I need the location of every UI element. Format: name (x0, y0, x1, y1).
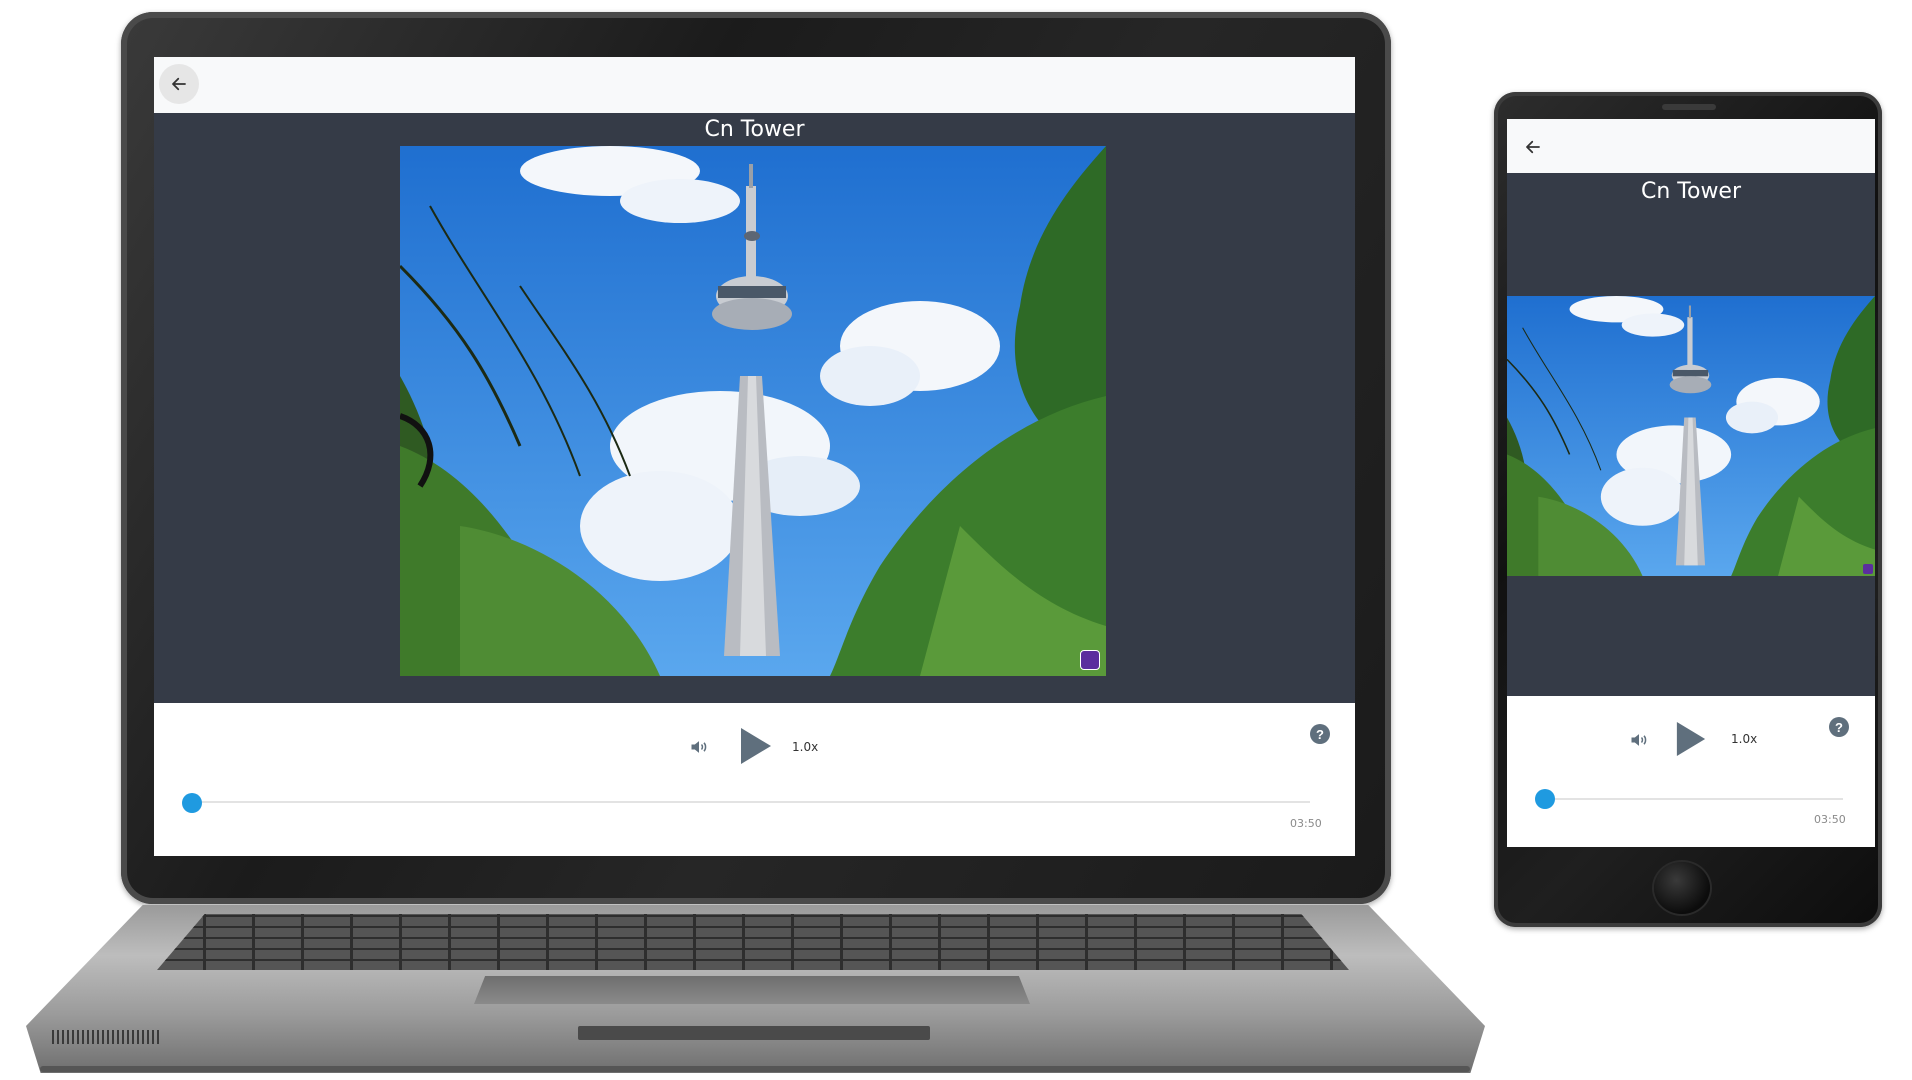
play-icon[interactable] (1675, 720, 1707, 758)
progress-track[interactable] (1543, 798, 1843, 800)
player-controls: 1.0x ? 03:50 (154, 703, 1355, 856)
cn-tower-photo (400, 146, 1106, 676)
speaker-icon[interactable] (688, 737, 710, 757)
arrow-left-icon (1526, 140, 1540, 154)
question-circle-icon[interactable]: ? (1829, 717, 1849, 737)
lesson-title: Cn Tower (704, 117, 805, 142)
app-header (1507, 119, 1875, 173)
progress-handle[interactable] (1535, 789, 1555, 809)
speed-selector[interactable]: 1.0x (1731, 732, 1757, 746)
laptop-trackpad (474, 976, 1030, 1004)
laptop-screen: Cn Tower 1.0x ? 03:50 (154, 57, 1355, 856)
speed-selector[interactable]: 1.0x (792, 740, 818, 754)
cn-tower-photo (1507, 296, 1875, 576)
progress-track[interactable] (190, 801, 1310, 803)
media-stage: Cn Tower (1507, 173, 1875, 696)
lesson-image (400, 146, 1106, 676)
brand-badge-icon (1863, 564, 1873, 574)
back-button[interactable] (159, 64, 199, 104)
laptop-foot (40, 1066, 1470, 1072)
phone-speaker (1662, 104, 1716, 110)
duration-label: 03:50 (1290, 817, 1322, 830)
brand-badge-icon (1080, 650, 1100, 670)
phone-screen: Cn Tower 1.0x ? 03:50 (1507, 119, 1875, 847)
media-stage: Cn Tower (154, 113, 1355, 703)
progress-handle[interactable] (182, 793, 202, 813)
lesson-image (1507, 296, 1875, 576)
phone-home-button (1654, 862, 1710, 914)
back-button[interactable] (1519, 133, 1547, 161)
player-controls: 1.0x ? 03:50 (1507, 696, 1875, 847)
arrow-left-icon (172, 77, 186, 91)
laptop-keyboard (157, 914, 1349, 970)
laptop-vent (52, 1030, 160, 1044)
app-header (154, 57, 1355, 113)
play-icon[interactable] (739, 726, 773, 766)
speaker-icon[interactable] (1628, 730, 1650, 750)
duration-label: 03:50 (1814, 813, 1846, 826)
laptop-front-notch (578, 1026, 930, 1040)
lesson-title: Cn Tower (1640, 179, 1742, 204)
question-circle-icon[interactable]: ? (1310, 724, 1330, 744)
